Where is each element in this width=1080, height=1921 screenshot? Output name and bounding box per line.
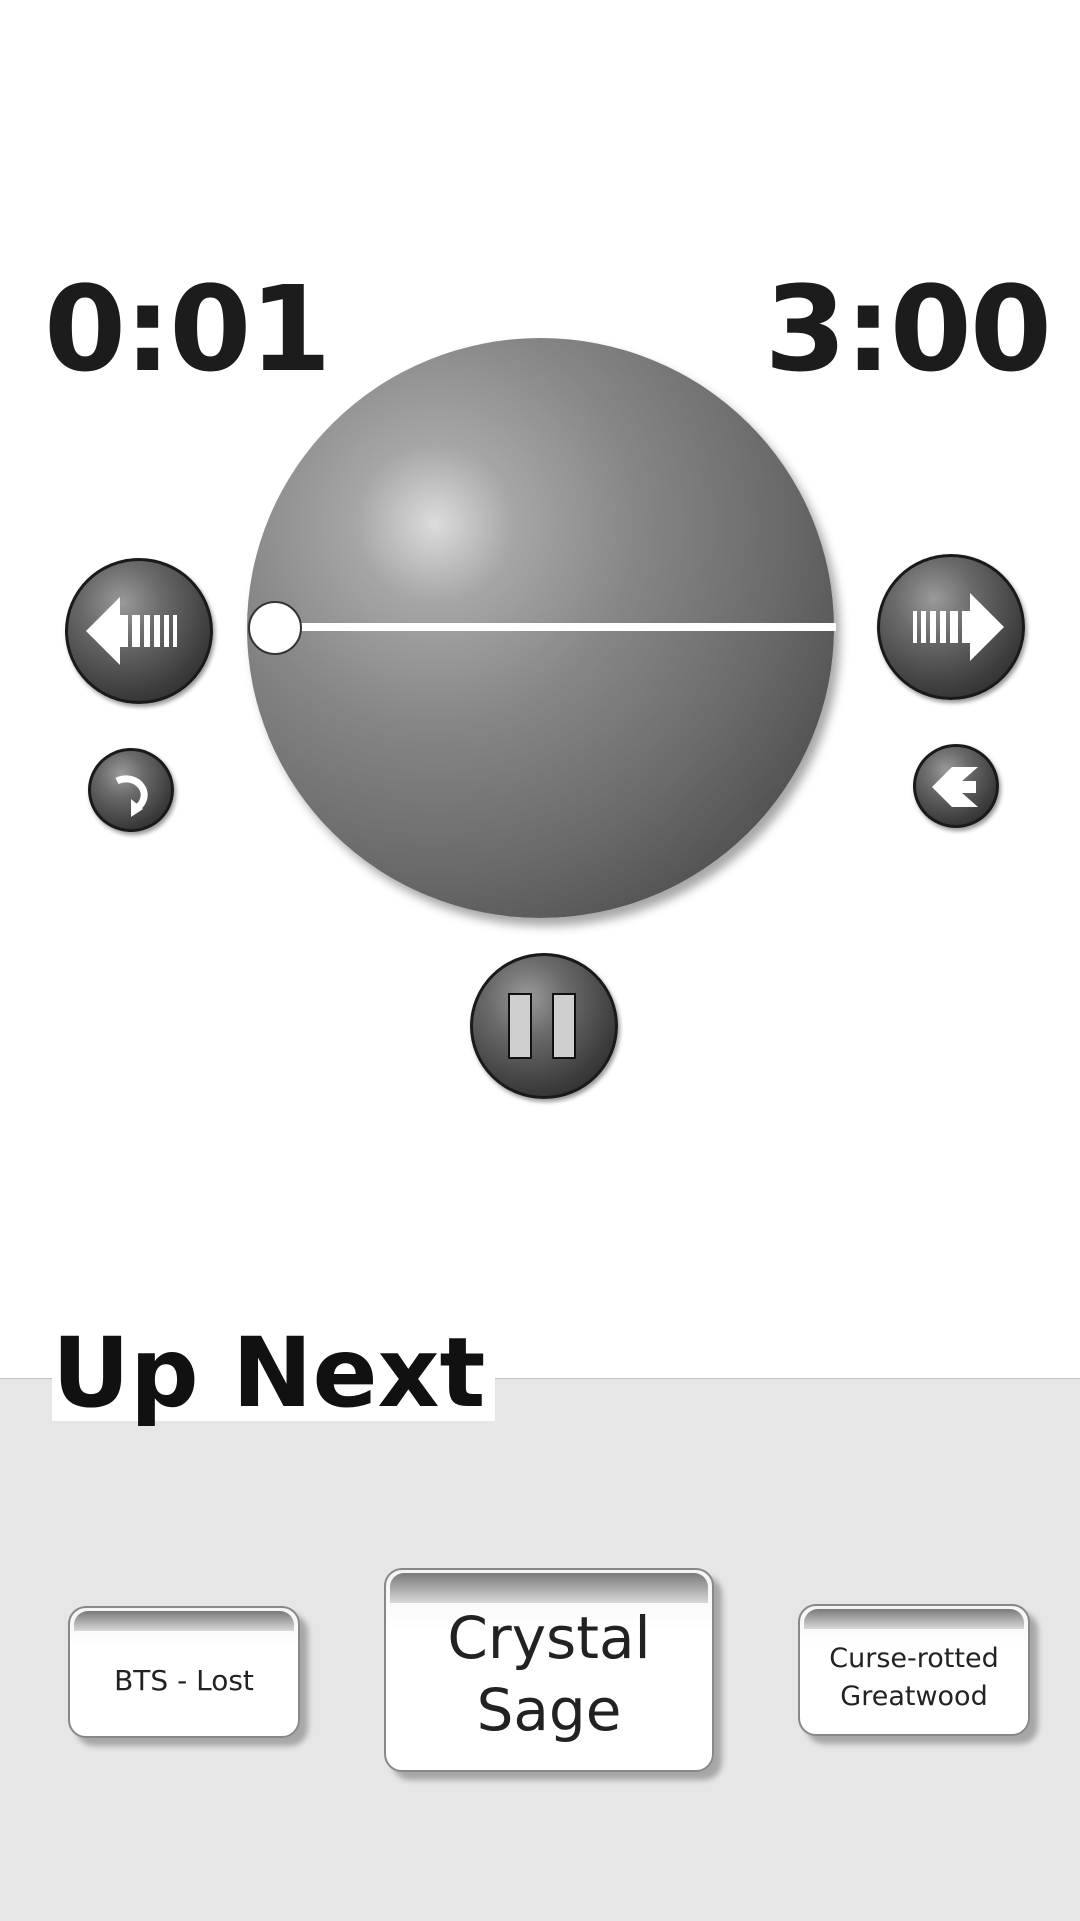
shuffle-button[interactable] bbox=[913, 744, 999, 828]
previous-button[interactable] bbox=[65, 558, 213, 704]
time-elapsed: 0:01 bbox=[44, 260, 332, 398]
replay-icon bbox=[115, 775, 148, 817]
pause-button[interactable] bbox=[470, 953, 618, 1099]
up-next-item-label: Curse-rotted Greatwood bbox=[829, 1643, 999, 1712]
time-total: 3:00 bbox=[764, 260, 1052, 398]
next-button[interactable] bbox=[877, 554, 1025, 700]
up-next-title: Up Next bbox=[52, 1325, 496, 1421]
up-next-item[interactable]: BTS - Lost bbox=[68, 1606, 300, 1738]
forward-arrow-icon bbox=[913, 593, 1004, 661]
up-next-item[interactable]: Curse-rotted Greatwood bbox=[798, 1604, 1030, 1736]
card-tab bbox=[804, 1609, 1024, 1629]
up-next-item-label: Crystal Sage bbox=[447, 1603, 651, 1745]
pause-icon bbox=[508, 993, 576, 1059]
up-next-item-label: BTS - Lost bbox=[114, 1663, 254, 1697]
replay-button[interactable] bbox=[88, 748, 174, 832]
seek-bar-knob[interactable] bbox=[248, 601, 302, 655]
shuffle-icon bbox=[932, 767, 978, 807]
seek-bar-track[interactable] bbox=[278, 623, 836, 631]
up-next-item[interactable]: Crystal Sage bbox=[384, 1568, 714, 1772]
rewind-arrow-icon bbox=[86, 597, 177, 665]
card-tab bbox=[74, 1611, 294, 1631]
card-tab bbox=[390, 1573, 708, 1603]
